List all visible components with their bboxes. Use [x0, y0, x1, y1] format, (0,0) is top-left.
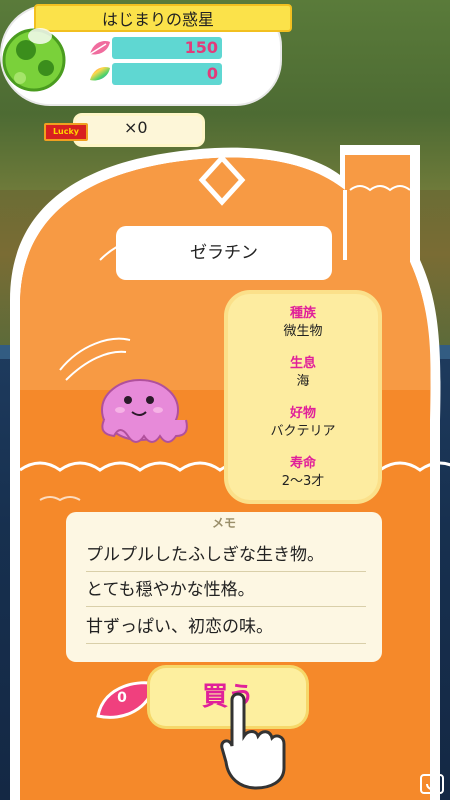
info-value-species: 微生物	[283, 324, 323, 339]
buy-price: 0	[117, 690, 127, 706]
memo-line-1: プルプルしたふしぎな生き物。	[86, 540, 366, 572]
watermark-logo-icon	[420, 774, 444, 794]
info-label-lifespan: 寿命	[289, 456, 316, 471]
pointing-hand-icon	[220, 692, 286, 790]
memo-line-3: 甘ずっぱい、初恋の味。	[86, 612, 366, 644]
memo-title: メモ	[211, 516, 236, 530]
info-value-lifespan: 2〜3才	[281, 474, 325, 489]
info-label-favorite: 好物	[289, 406, 316, 421]
info-label-species: 種族	[289, 306, 316, 321]
info-value-favorite: バクテリア	[270, 424, 336, 439]
info-value-habitat: 海	[296, 374, 310, 389]
memo-line-2: とても穏やかな性格。	[86, 575, 366, 607]
info-label-habitat: 生息	[289, 356, 316, 371]
creature-name: ゼラチン	[116, 226, 332, 280]
